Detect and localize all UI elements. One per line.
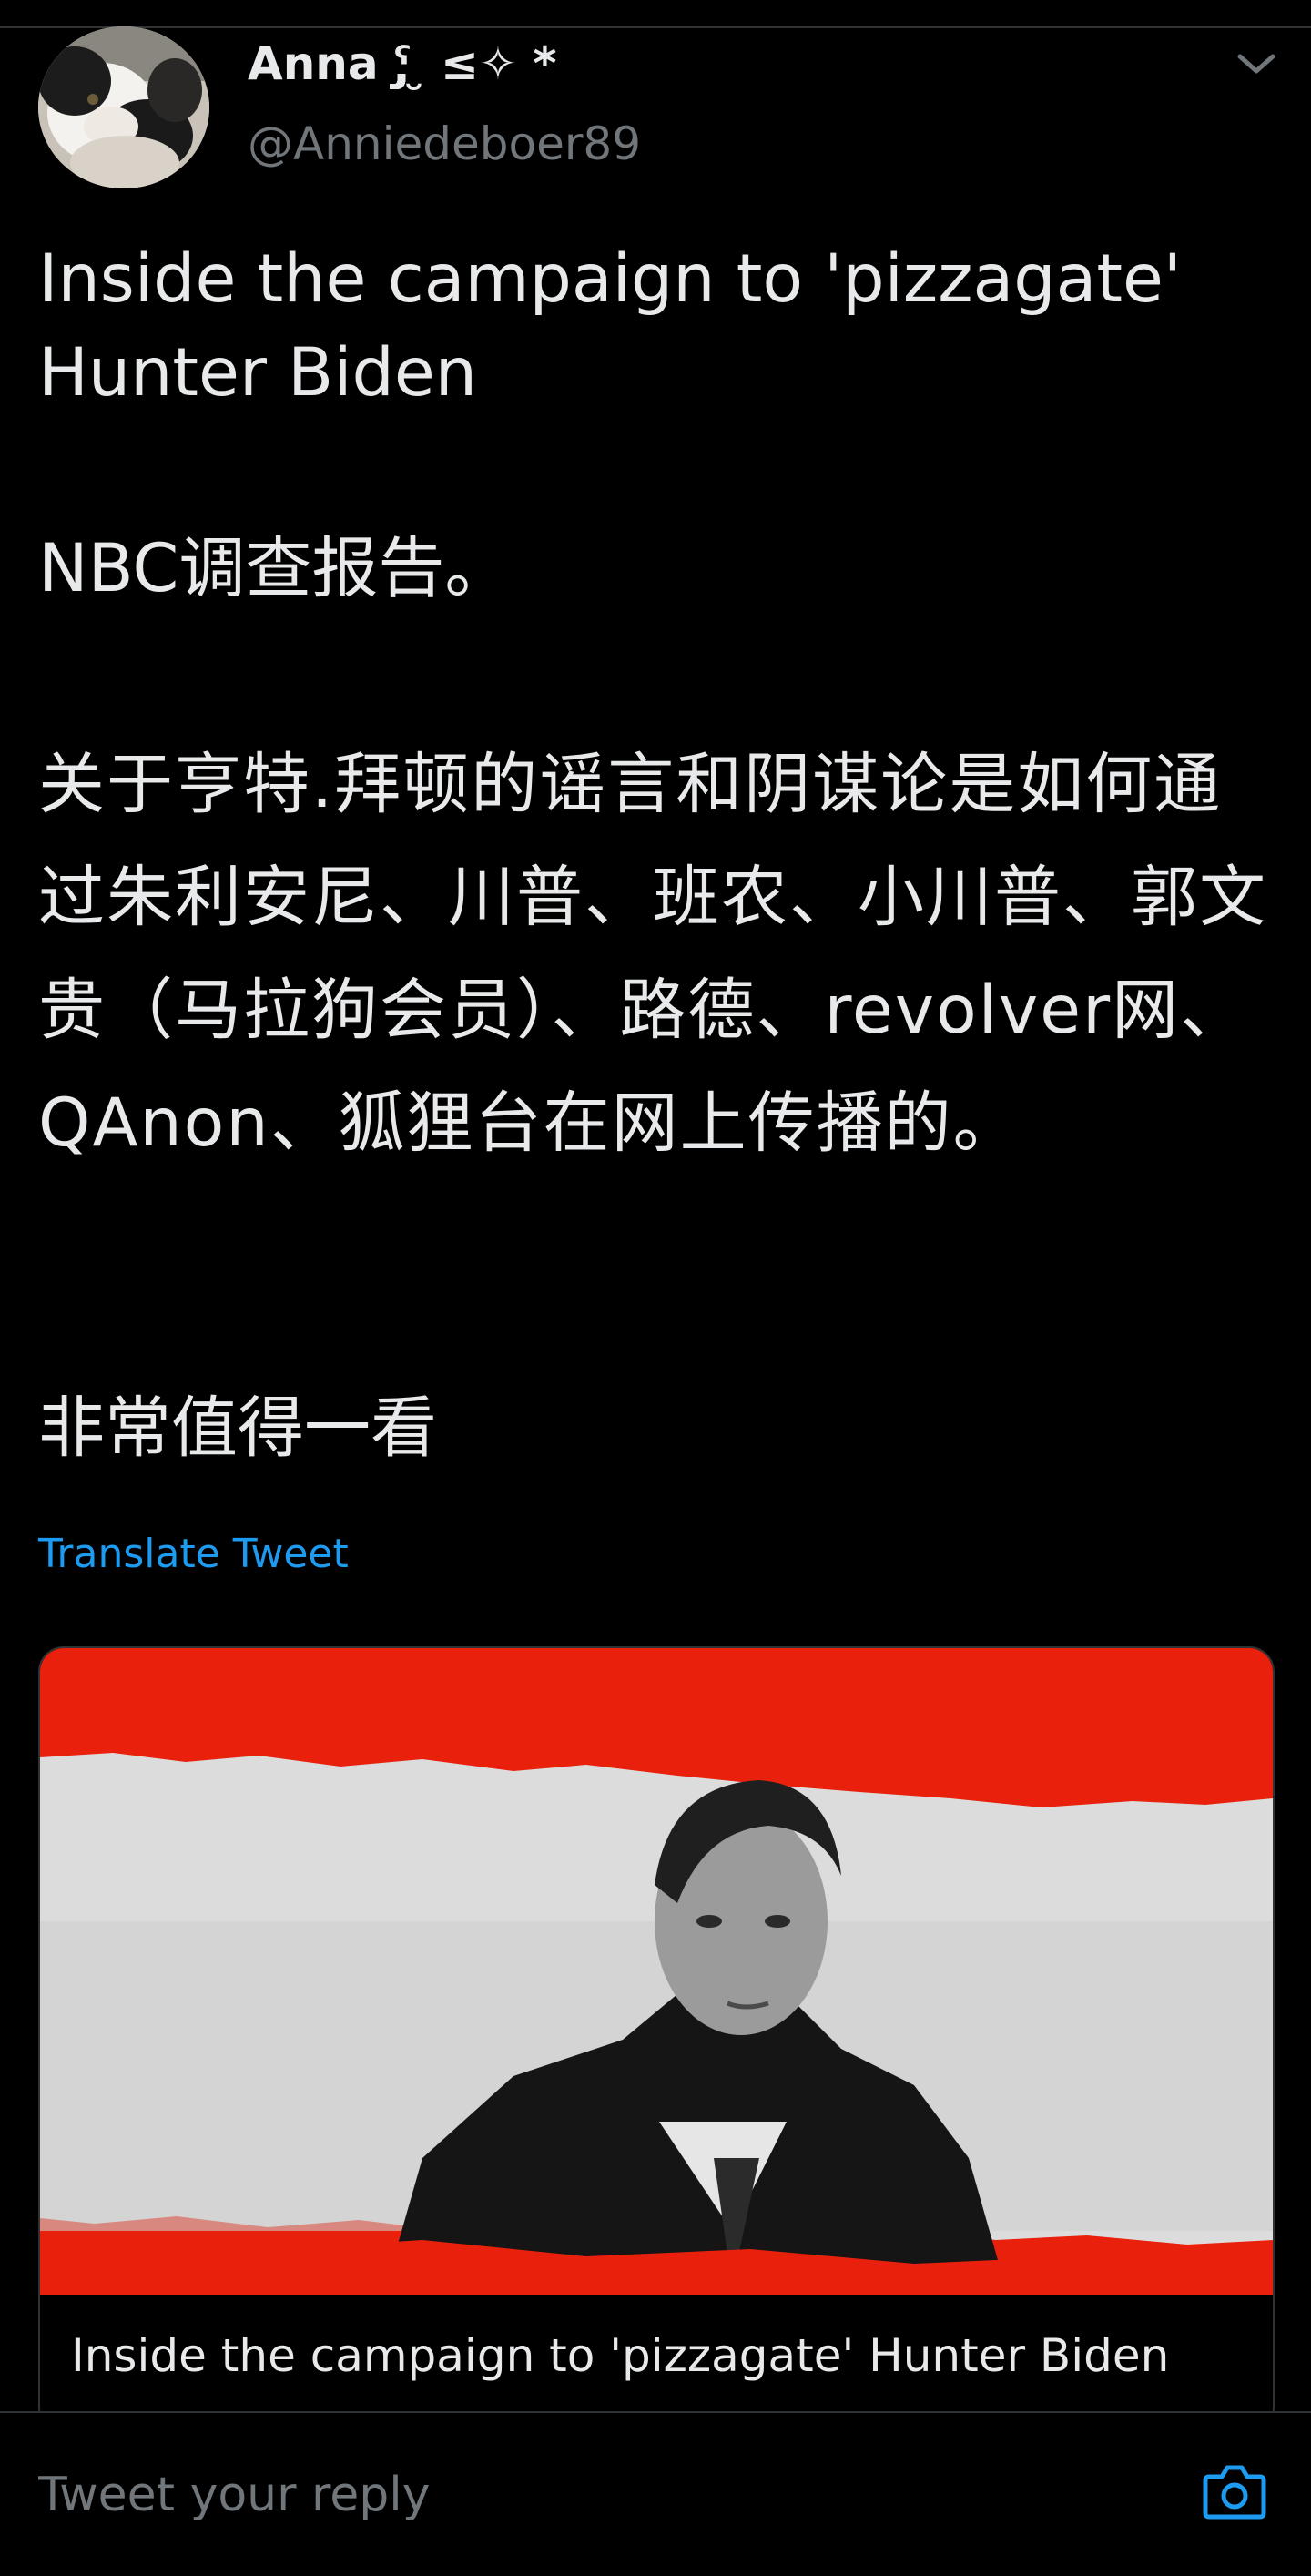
- translate-tweet-link[interactable]: Translate Tweet: [38, 1530, 349, 1579]
- chevron-down-icon[interactable]: [1231, 46, 1282, 82]
- reply-input[interactable]: [38, 2466, 1131, 2524]
- top-divider: [0, 26, 1311, 28]
- link-card-title: Inside the campaign to 'pizzagate' Hunte…: [71, 2329, 1170, 2382]
- avatar[interactable]: [38, 26, 209, 188]
- tweet-paragraph: 非常值得一看: [38, 1390, 437, 1467]
- author-handle[interactable]: @Anniedeboer89: [248, 117, 641, 171]
- tweet-paragraph: 关于亨特.拜顿的谣言和阴谋论是如何通过朱利安尼、川普、班农、小川普、郭文贵（马拉…: [38, 746, 1267, 1162]
- camera-icon[interactable]: [1202, 2462, 1267, 2520]
- link-card[interactable]: Inside the campaign to 'pizzagate' Hunte…: [38, 1646, 1275, 2433]
- tweet-paragraph: Inside the campaign to 'pizzagate' Hunte…: [38, 240, 1182, 412]
- tweet-body: Inside the campaign to 'pizzagate' Hunte…: [38, 232, 1276, 1467]
- author-display-name[interactable]: Anna ˁ̡̡̡̡̡̡ ̮ ≤✧ *: [248, 36, 557, 91]
- avatar-cat-image: [38, 26, 209, 188]
- tweet-paragraph: NBC调查报告。: [38, 530, 512, 607]
- reply-bar: [0, 2411, 1311, 2576]
- link-card-image: [40, 1648, 1273, 2295]
